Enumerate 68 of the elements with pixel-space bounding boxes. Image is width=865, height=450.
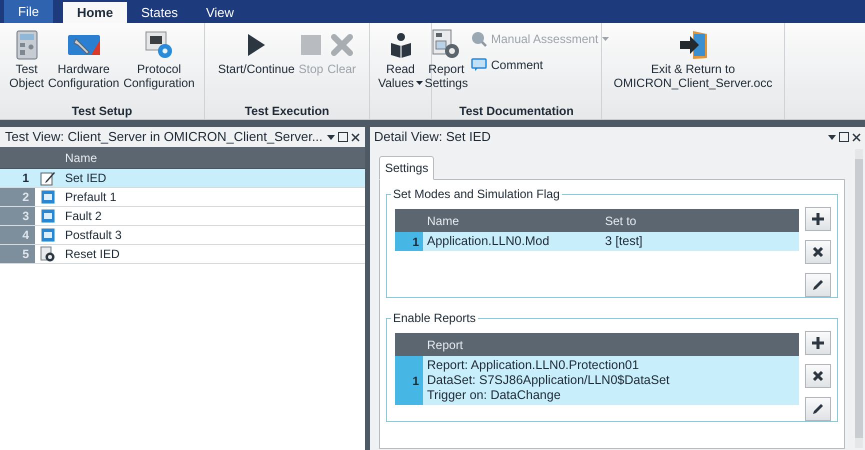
ribbon-tab[interactable]: States — [127, 2, 192, 23]
panel-title: Detail View: Set IED — [374, 128, 491, 146]
table-row[interactable]: 1 Application.LLN0.Mod 3 [test] — [395, 232, 799, 251]
column-header: Report — [426, 336, 464, 354]
column-header: Set to — [604, 212, 636, 230]
scrollbar[interactable] — [855, 149, 863, 448]
edit-button[interactable] — [805, 397, 831, 421]
group-title: Set Modes and Simulation Flag — [391, 187, 562, 201]
list-row[interactable]: 3 Fault 2 — [0, 207, 365, 226]
row-label: Fault 2 — [65, 208, 102, 225]
ribbon-button[interactable]: Exit & Return to OMICRON_Client_Server.occ — [612, 28, 774, 90]
table-row[interactable]: 1 Report: Application.LLN0.Protection01 DataSet: S7SJ86Application/LLN0$DataSet Trigger on: DataChange — [395, 356, 799, 405]
ribbon-icon — [470, 58, 487, 72]
add-button[interactable] — [805, 331, 831, 355]
add-icon — [811, 212, 825, 226]
group-label: Test Setup — [72, 103, 132, 119]
table-cell-text: 3 [test] — [604, 233, 643, 250]
dropdown-icon[interactable] — [828, 134, 836, 140]
row-label: Postfault 3 — [65, 227, 122, 244]
add-icon — [811, 336, 825, 350]
ribbon-icon — [678, 28, 708, 62]
column-header: Name — [65, 150, 98, 166]
ribbon-button[interactable]: Hardware Configuration — [46, 28, 120, 90]
pencil-icon — [811, 402, 825, 416]
add-button[interactable] — [805, 207, 831, 231]
ribbon-icon — [470, 31, 487, 47]
maximize-icon[interactable] — [839, 132, 849, 142]
ribbon-button[interactable]: Protocol Configuration — [122, 28, 196, 90]
group-label: Test Documentation — [459, 103, 574, 119]
ribbon-button[interactable]: Comment — [470, 56, 610, 74]
row-number: 1 — [395, 232, 423, 251]
row-number: 2 — [0, 188, 35, 206]
delete-button[interactable] — [805, 240, 831, 264]
row-number: 1 — [395, 356, 423, 405]
column-header: Name — [426, 212, 460, 230]
ribbon-button[interactable]: Start/Continue — [216, 28, 296, 76]
close-icon[interactable] — [852, 132, 861, 142]
panel-title: Test View: Client_Server in OMICRON_Client_Server... — [5, 128, 323, 146]
file-tab[interactable]: File — [4, 0, 53, 23]
table-cell-text: Application.LLN0.Mod — [426, 233, 550, 250]
maximize-icon[interactable] — [338, 132, 348, 142]
ribbon-button[interactable]: Read Values — [377, 28, 424, 90]
ribbon-button[interactable]: Test Object — [8, 28, 45, 90]
delete-button[interactable] — [805, 364, 831, 388]
close-icon[interactable] — [351, 132, 360, 142]
row-number: 3 — [0, 207, 35, 225]
ribbon-tab[interactable]: Home — [62, 2, 128, 23]
dropdown-icon[interactable] — [327, 134, 335, 140]
group-title: Enable Reports — [391, 311, 478, 325]
delete-icon — [812, 370, 824, 382]
row-label: Set IED — [65, 170, 106, 187]
list-row[interactable]: 5 Reset IED — [0, 245, 365, 264]
edit-button[interactable] — [805, 273, 831, 297]
row-number: 5 — [0, 245, 35, 263]
list-row[interactable]: 4 Postfault 3 — [0, 226, 365, 245]
row-label: Prefault 1 — [65, 189, 116, 206]
list-row[interactable]: 2 Prefault 1 — [0, 188, 365, 207]
row-number: 4 — [0, 226, 35, 244]
ribbon-button[interactable]: Report Settings — [424, 28, 469, 90]
row-label: Reset IED — [65, 246, 120, 263]
group-label: Test Execution — [244, 103, 330, 119]
list-row[interactable]: 1 Set IED — [0, 169, 365, 188]
pencil-icon — [811, 278, 825, 292]
table-cell-text: Report: Application.LLN0.Protection01 DataSet: S7SJ86Application/LLN0$DataSet Trigger on: DataChange — [426, 357, 670, 404]
ribbon-tab[interactable]: View — [192, 2, 248, 23]
delete-icon — [812, 246, 824, 258]
settings-tab[interactable]: Settings — [379, 156, 434, 180]
ribbon-icon — [16, 28, 38, 62]
